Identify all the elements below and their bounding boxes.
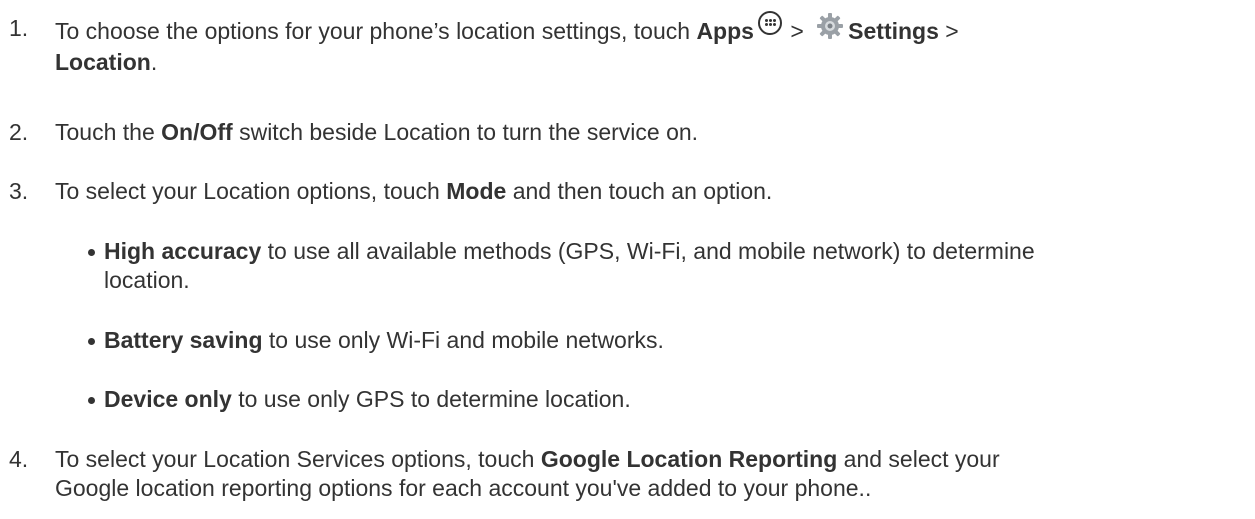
- mode-option-description: to use only Wi-Fi and mobile networks.: [262, 327, 664, 353]
- mode-option-description: to use all available methods (GPS, Wi-Fi…: [261, 238, 1035, 264]
- mode-option-name: Battery saving: [104, 327, 263, 353]
- mode-label: Mode: [446, 178, 507, 204]
- bullet-dot: [88, 338, 95, 345]
- mode-option-description: to use only GPS to determine location.: [231, 386, 631, 412]
- mode-option-name: High accuracy: [104, 238, 262, 264]
- step-number: 4.: [9, 446, 29, 472]
- mode-option-text: High accuracy to use all available metho…: [104, 237, 1250, 295]
- step-text: To choose the options for your phone’s l…: [55, 11, 1250, 77]
- mode-option-text: Battery saving to use only Wi-Fi and mob…: [104, 326, 1250, 355]
- step-number: 1.: [9, 15, 29, 41]
- step-text-pre: To select your Location options, touch: [55, 178, 447, 204]
- step-text-pre: To select your Location Services options…: [55, 446, 541, 472]
- separator: >: [938, 18, 959, 44]
- separator: >: [783, 18, 811, 44]
- location-label: Location: [55, 49, 151, 75]
- settings-label: Settings: [848, 18, 939, 44]
- step-text-cont: Google location reporting options for ea…: [55, 475, 872, 501]
- bullet-dot: [88, 397, 95, 404]
- google-location-reporting-label: Google Location Reporting: [540, 446, 838, 472]
- step-text: To select your Location options, touch M…: [55, 177, 1250, 206]
- on-off-label: On/Off: [161, 119, 233, 145]
- step-text-post: and select your: [837, 446, 1000, 472]
- mode-option-description-cont: location.: [104, 267, 190, 293]
- apps-label: Apps: [696, 18, 754, 44]
- step-text-period: .: [150, 49, 158, 75]
- step-text-post: and then touch an option.: [506, 178, 773, 204]
- step-text-pre: Touch the: [55, 119, 162, 145]
- settings-gear-icon: [816, 12, 844, 40]
- bullet-dot: [88, 249, 95, 256]
- mode-option-text: Device only to use only GPS to determine…: [104, 385, 1250, 414]
- mode-option-name: Device only: [104, 386, 232, 412]
- step-text-intro: To choose the options for your phone’s l…: [55, 18, 697, 44]
- step-text: Touch the On/Off switch beside Location …: [55, 118, 1250, 147]
- step-text: To select your Location Services options…: [55, 445, 1250, 503]
- step-text-post: switch beside Location to turn the servi…: [232, 119, 699, 145]
- step-number: 2.: [9, 119, 29, 145]
- apps-icon: [757, 11, 782, 35]
- step-number: 3.: [9, 178, 29, 204]
